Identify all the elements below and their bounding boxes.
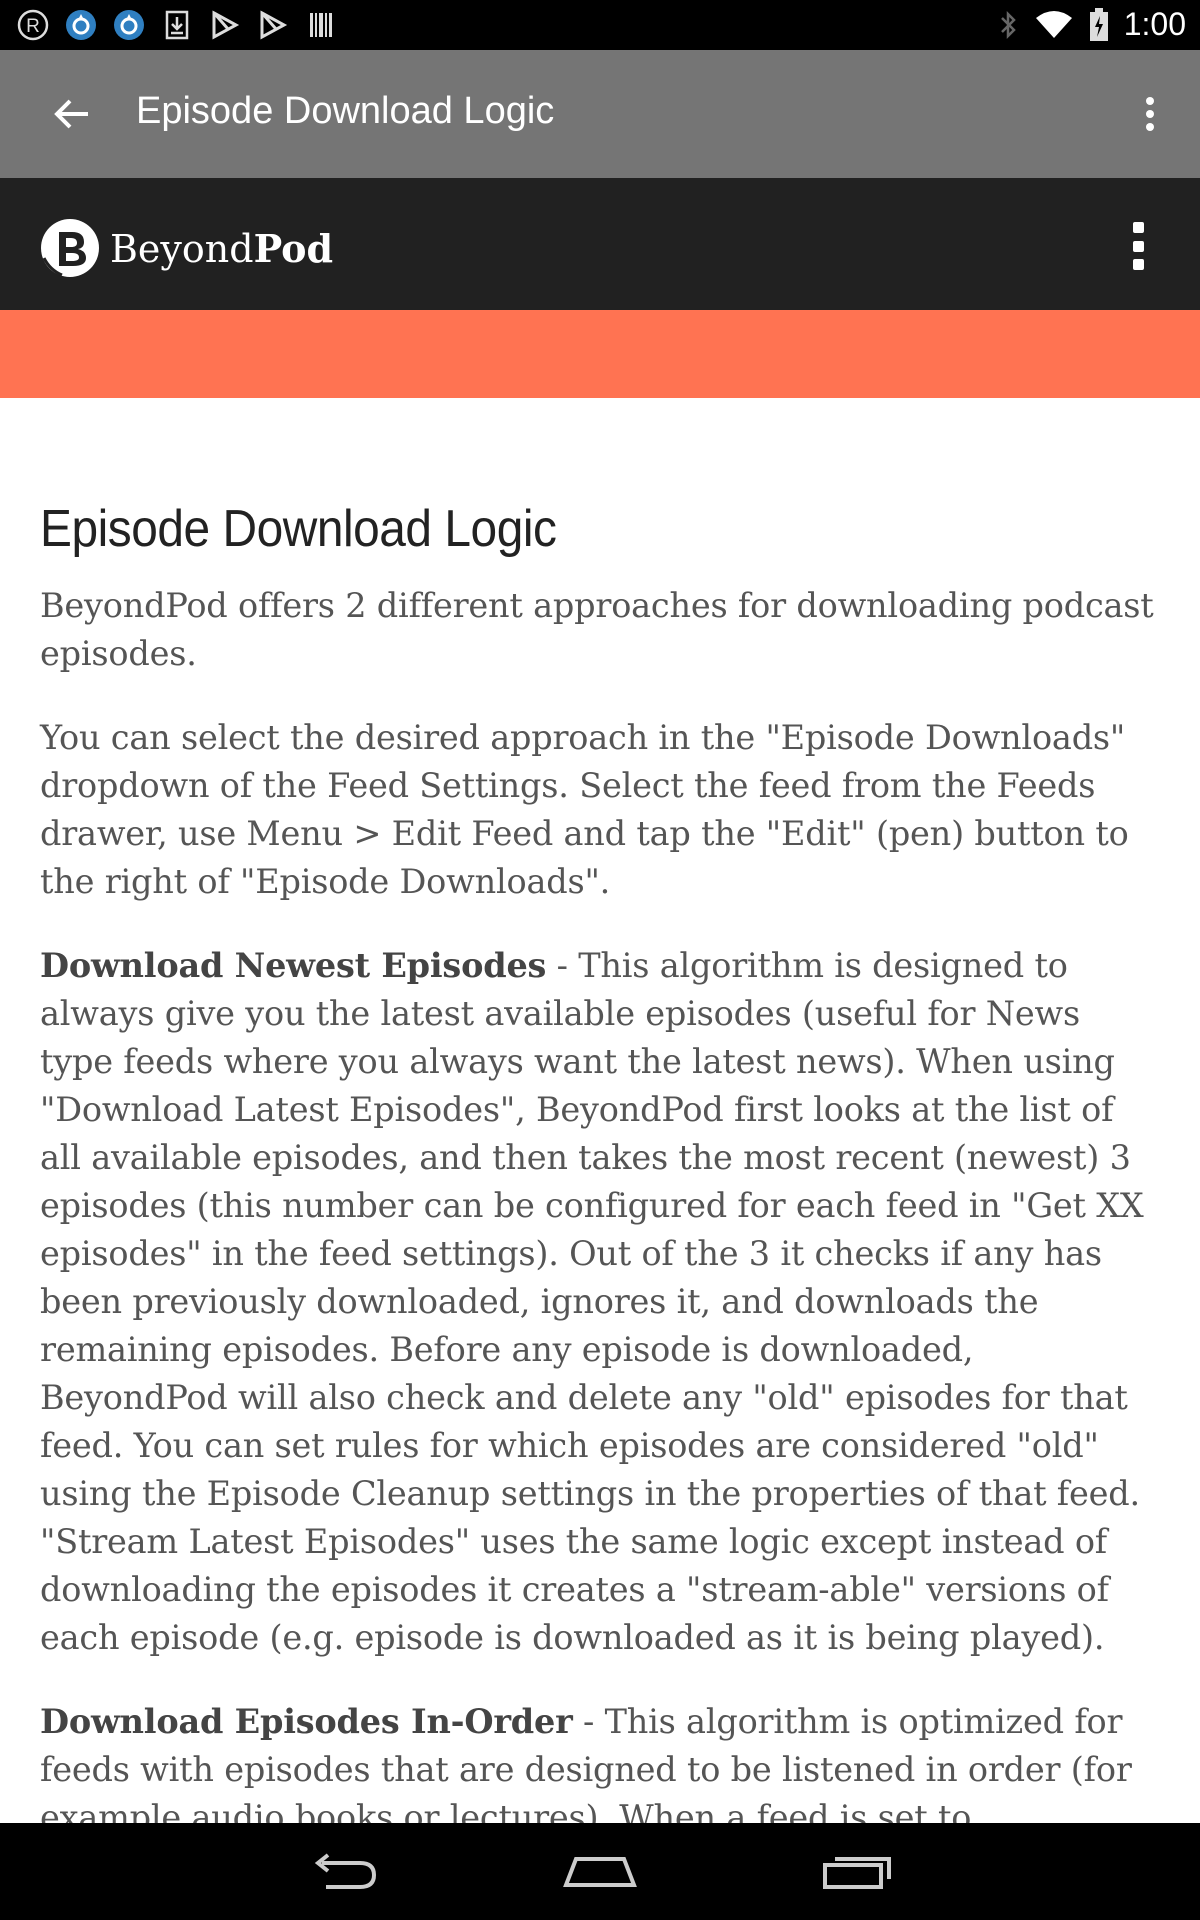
article-paragraph: Download Newest Episodes - This algorith… xyxy=(40,942,1160,1662)
play-store-icon xyxy=(256,8,290,42)
clock: 1:00 xyxy=(1123,6,1186,42)
page-title: Episode Download Logic xyxy=(136,90,555,132)
svg-text:R: R xyxy=(26,16,40,37)
section-term: Download Newest Episodes xyxy=(40,946,547,986)
site-header: BeyondPod xyxy=(0,178,1200,310)
site-logo[interactable]: BeyondPod xyxy=(40,218,333,278)
overflow-menu-button[interactable] xyxy=(1130,88,1170,140)
status-bar: R 1:00 xyxy=(0,0,1200,50)
play-store-icon xyxy=(208,8,242,42)
section-description: - This algorithm is designed to always g… xyxy=(40,946,1144,1658)
registered-icon: R xyxy=(16,8,50,42)
menu-dot xyxy=(1132,240,1144,252)
beyondpod-logo-icon xyxy=(41,219,99,277)
article-paragraph: You can select the desired approach in t… xyxy=(40,718,1129,902)
download-icon xyxy=(160,8,194,42)
nav-recents-icon xyxy=(823,1857,891,1889)
bluetooth-icon xyxy=(1000,10,1016,39)
nav-recents-button[interactable] xyxy=(812,1845,902,1897)
article-paragraph: Download Episodes In-Order - This algori… xyxy=(40,1698,1160,1823)
app-toolbar: Episode Download Logic xyxy=(0,50,1200,178)
more-vert-icon xyxy=(1132,222,1144,233)
article-paragraph: BeyondPod offers 2 different approaches … xyxy=(40,586,1154,674)
section-term: Download Episodes In-Order xyxy=(40,1702,573,1742)
nav-home-button[interactable] xyxy=(555,1845,645,1897)
navigation-bar xyxy=(0,1823,1200,1920)
accent-banner xyxy=(0,310,1200,398)
back-button[interactable] xyxy=(46,88,98,140)
web-view[interactable]: BeyondPod Episode Download Logic BeyondP… xyxy=(0,178,1200,1823)
nav-back-icon xyxy=(314,1853,377,1889)
site-menu-button[interactable] xyxy=(1126,222,1150,270)
app-drop-icon xyxy=(64,8,98,42)
wifi-icon xyxy=(1035,10,1072,38)
more-vert-icon xyxy=(1146,97,1154,131)
app-drop-icon xyxy=(112,8,146,42)
barcode-icon xyxy=(304,8,338,42)
arrow-back-icon xyxy=(54,99,88,129)
nav-home-icon xyxy=(563,1857,637,1887)
article-heading: Episode Download Logic xyxy=(40,500,557,558)
battery-icon xyxy=(1089,7,1108,41)
logo-text-light: Beyond xyxy=(110,226,254,271)
menu-dot xyxy=(1132,259,1144,270)
notification-icons: R xyxy=(16,8,338,42)
site-logo-text: BeyondPod xyxy=(110,226,333,271)
article: Episode Download Logic BeyondPod offers … xyxy=(40,498,1160,1823)
system-status: 1:00 xyxy=(996,6,1186,43)
nav-back-button[interactable] xyxy=(299,1845,389,1897)
logo-text-bold: Pod xyxy=(253,225,334,271)
